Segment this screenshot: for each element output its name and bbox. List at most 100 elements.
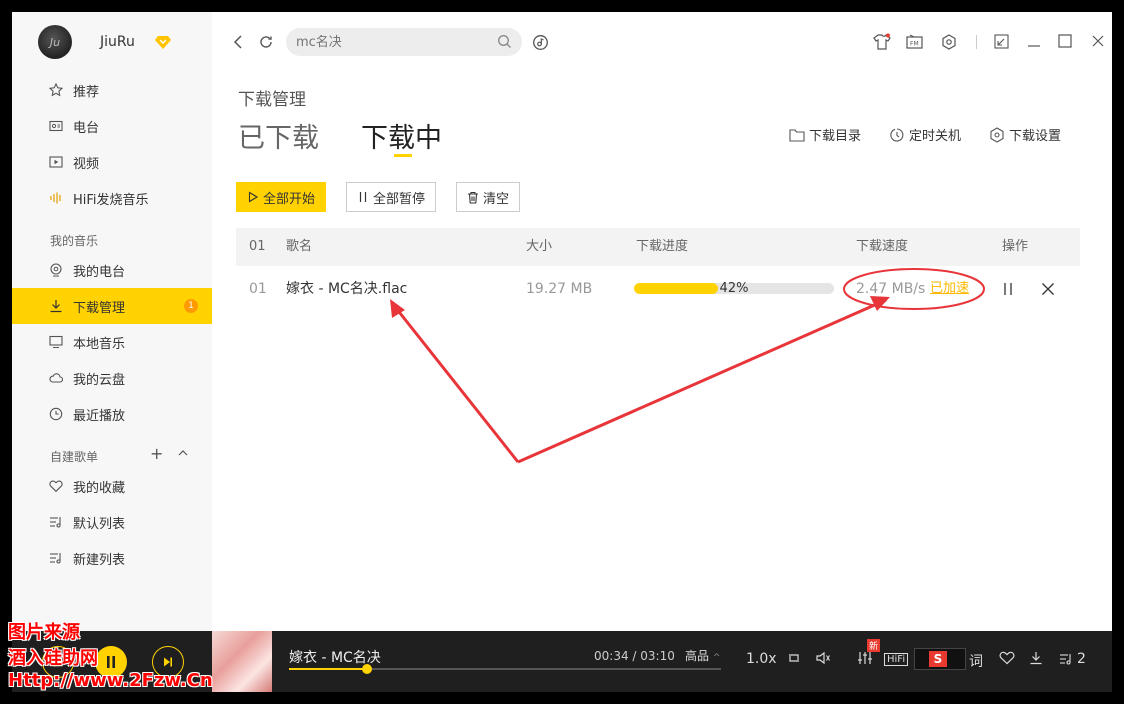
top-bar: FM (212, 12, 1112, 72)
sidebar-item-hifi[interactable]: HiFi发烧音乐 (12, 180, 212, 216)
download-count-badge: 1 (184, 299, 198, 313)
skin-shirt-icon[interactable] (873, 33, 891, 51)
table-header: 01 歌名 大小 下载进度 下载速度 操作 (236, 228, 1080, 266)
sidebar-item-recent[interactable]: 最近播放 (12, 396, 212, 432)
column-action: 操作 (1002, 239, 1029, 254)
playlist-tools: + (150, 444, 189, 463)
favorite-heart-icon[interactable] (999, 651, 1015, 665)
clear-button[interactable]: 清空 (456, 182, 521, 212)
column-song-name: 歌名 (286, 239, 313, 254)
playback-progress-handle[interactable] (361, 664, 372, 674)
close-icon[interactable] (1091, 34, 1105, 48)
avatar[interactable]: Ju (38, 25, 72, 59)
tab-downloaded[interactable]: 已下载 (238, 116, 319, 155)
sidebar-item-favorites[interactable]: 我的收藏 (12, 468, 212, 504)
sidebar-item-label: 推荐 (73, 84, 100, 100)
download-icon[interactable] (1029, 651, 1043, 665)
playback-speed[interactable]: 1.0x (746, 651, 777, 667)
pause-all-button[interactable]: 全部暂停 (346, 182, 437, 212)
back-icon[interactable] (232, 34, 246, 50)
album-cover[interactable] (212, 631, 272, 692)
tab-downloading[interactable]: 下载中 (361, 116, 442, 155)
video-icon (48, 154, 64, 170)
ime-s-logo: S (929, 651, 947, 667)
sidebar-item-label: 我的收藏 (73, 480, 126, 496)
column-speed: 下载速度 (856, 239, 909, 254)
pause-download-icon[interactable] (1002, 282, 1014, 300)
song-name: 嫁衣 - MC名决.flac (286, 281, 408, 297)
active-tab-indicator (394, 154, 412, 157)
username[interactable]: JiuRu (100, 34, 135, 50)
watermark-line-2: 酒入硅助网 (8, 648, 98, 669)
search-input[interactable] (286, 28, 486, 56)
sidebar-item-my-radio[interactable]: 我的电台 (12, 252, 212, 288)
minimize-icon[interactable] (1027, 34, 1041, 48)
loop-mode-icon[interactable] (786, 651, 802, 665)
sidebar-item-video[interactable]: 视频 (12, 144, 212, 180)
page-title: 下载管理 (238, 90, 306, 110)
start-all-button[interactable]: 全部开始 (236, 182, 327, 212)
chevron-up-icon: ^ (712, 653, 721, 663)
mini-mode-icon[interactable] (994, 34, 1009, 49)
search-icon[interactable] (497, 34, 512, 53)
download-settings-label: 下载设置 (1009, 129, 1062, 144)
user-profile[interactable]: Ju JiuRu (38, 25, 171, 59)
table-row[interactable]: 01 嫁衣 - MC名决.flac 19.27 MB 42% 2.47 MB/s… (236, 270, 1080, 308)
playlist-button[interactable]: 2 (1059, 651, 1086, 667)
scheduled-shutdown-button[interactable]: 定时关机 (889, 125, 961, 144)
toolbar-divider (976, 35, 977, 49)
section-custom-playlists: 自建歌单 (50, 450, 99, 464)
settings-icon[interactable] (941, 34, 957, 50)
sidebar: Ju JiuRu 推荐 电台 视频 HiFi发烧音乐 我的音乐 我的电台 下载管… (12, 12, 212, 631)
refresh-icon[interactable] (258, 34, 274, 50)
download-speed: 2.47 MB/s (856, 281, 926, 297)
playback-time: 00:34 / 03:10 (594, 649, 675, 663)
sidebar-item-label: 电台 (73, 120, 100, 136)
lyrics-button[interactable]: 词 (969, 651, 983, 671)
trash-icon (467, 191, 479, 204)
monitor-icon (48, 334, 64, 350)
column-size: 大小 (526, 239, 553, 254)
playback-progress[interactable] (289, 664, 721, 674)
playlist-icon (1060, 654, 1071, 665)
sidebar-item-cloud[interactable]: 我的云盘 (12, 360, 212, 396)
avatar-initials: Ju (49, 35, 61, 49)
sidebar-item-local-music[interactable]: 本地音乐 (12, 324, 212, 360)
sidebar-item-label: 默认列表 (73, 516, 126, 532)
sidebar-item-download-manager[interactable]: 下载管理 1 (12, 288, 212, 324)
accelerated-link[interactable]: 已加速 (930, 270, 969, 308)
section-my-music: 我的音乐 (50, 234, 99, 248)
list-icon (48, 514, 64, 530)
vip-diamond-icon[interactable] (154, 35, 171, 49)
download-folder-button[interactable]: 下载目录 (789, 125, 861, 144)
quality-selector[interactable]: 高品 ^ (685, 647, 720, 664)
collapse-chevron-icon[interactable] (177, 444, 189, 463)
next-icon (164, 657, 172, 667)
hifi-toggle[interactable]: HiFi (884, 653, 909, 666)
radio-icon (48, 118, 64, 134)
sidebar-item-label: 我的电台 (73, 264, 126, 280)
playback-progress-fill (289, 668, 367, 670)
sidebar-item-label: 最近播放 (73, 408, 126, 424)
cloud-icon (48, 370, 64, 386)
add-playlist-icon[interactable]: + (150, 444, 163, 463)
maximize-icon[interactable] (1058, 34, 1072, 48)
download-settings-button[interactable]: 下载设置 (989, 125, 1061, 144)
download-folder-label: 下载目录 (809, 129, 862, 144)
sidebar-item-recommend[interactable]: 推荐 (12, 72, 212, 108)
search-box[interactable] (286, 28, 522, 56)
sidebar-item-label: 本地音乐 (73, 336, 126, 352)
sidebar-item-label: 下载管理 (73, 300, 126, 316)
cancel-download-icon[interactable] (1041, 282, 1055, 300)
heart-icon (48, 478, 64, 494)
sidebar-item-new-list[interactable]: 新建列表 (12, 540, 212, 576)
volume-icon[interactable] (815, 651, 832, 665)
sidebar-item-default-list[interactable]: 默认列表 (12, 504, 212, 540)
sidebar-item-radio[interactable]: 电台 (12, 108, 212, 144)
music-recognition-icon[interactable] (532, 34, 549, 51)
watermark-line-3: Http://www.2Fzw.Cn (8, 670, 213, 691)
sidebar-item-label: 视频 (73, 156, 100, 172)
watermark-line-1: 图片来源 (8, 622, 80, 643)
fm-icon[interactable]: FM (906, 34, 923, 49)
equalizer-icon[interactable] (857, 651, 873, 665)
